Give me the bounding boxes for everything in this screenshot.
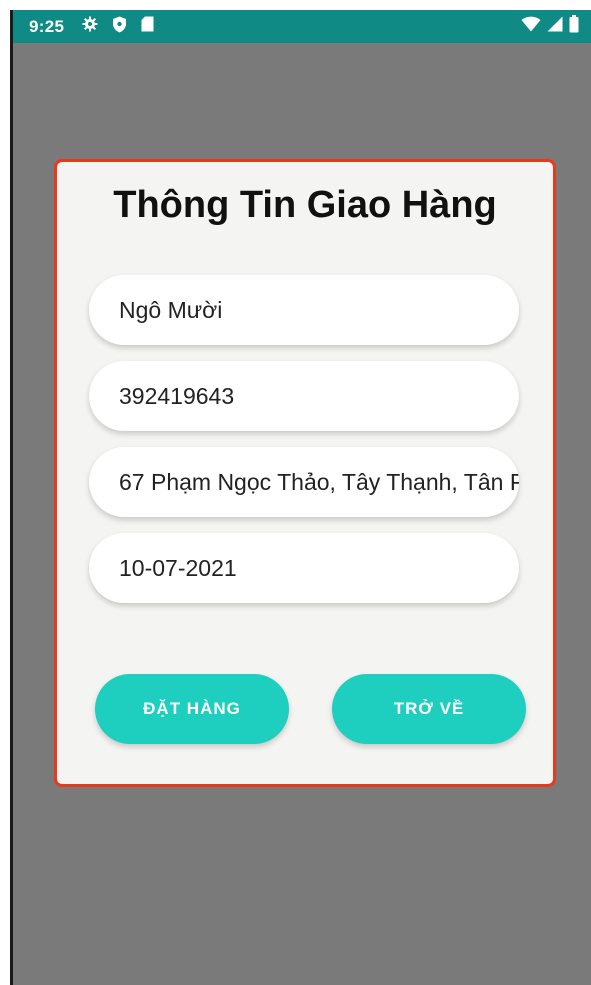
address-field-container — [89, 447, 519, 517]
date-field[interactable] — [89, 533, 519, 603]
status-icons-left — [82, 16, 154, 38]
sd-card-icon — [141, 16, 154, 37]
dialog-title: Thông Tin Giao Hàng — [113, 184, 497, 226]
date-field-container — [89, 533, 519, 603]
back-button[interactable]: TRỞ VỀ — [332, 674, 526, 744]
signal-icon — [547, 16, 563, 37]
battery-icon — [569, 15, 579, 38]
status-bar: 9:25 — [13, 10, 591, 43]
wifi-icon — [521, 16, 541, 37]
phone-field[interactable] — [89, 361, 519, 431]
phone-screen: 9:25 Thông Tin Giao Hàng Ngô Mười 392419… — [10, 10, 591, 985]
delivery-info-dialog: Thông Tin Giao Hàng ĐẶT HÀNG TRỞ VỀ — [54, 159, 556, 787]
name-field[interactable] — [89, 275, 519, 345]
status-time: 9:25 — [29, 16, 65, 36]
order-button[interactable]: ĐẶT HÀNG — [95, 674, 289, 744]
status-icons-right — [521, 10, 579, 43]
address-field[interactable] — [89, 447, 519, 517]
name-field-container — [89, 275, 519, 345]
phone-field-container — [89, 361, 519, 431]
shield-icon — [112, 16, 127, 38]
gear-icon — [82, 16, 98, 37]
